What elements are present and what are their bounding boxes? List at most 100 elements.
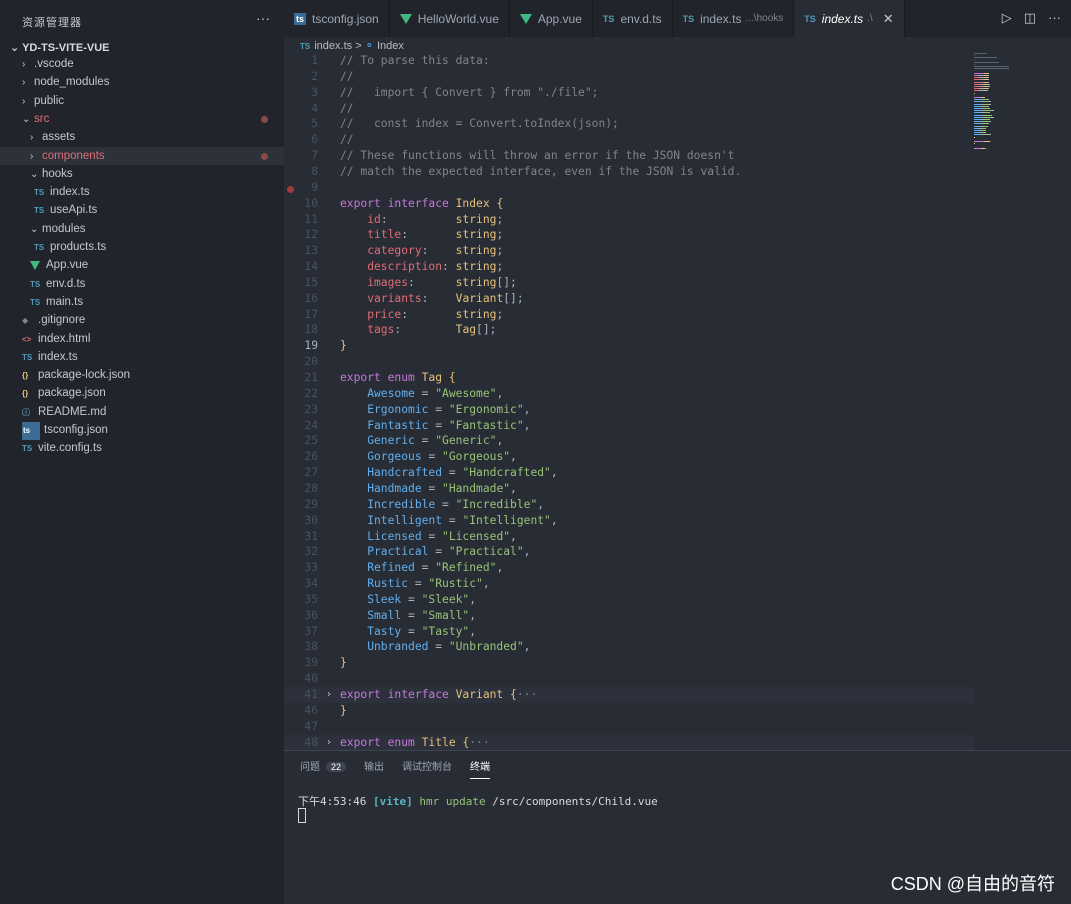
terminal-cursor[interactable] <box>298 808 306 823</box>
code-line[interactable]: 22 Awesome = "Awesome", <box>284 386 974 402</box>
more-actions-icon[interactable]: ··· <box>256 10 270 26</box>
project-folder[interactable]: ⌄ YD-TS-VITE-VUE <box>10 41 109 54</box>
tree-item-products-ts[interactable]: TS products.ts <box>0 238 284 256</box>
tree-item-index-html[interactable]: <> index.html <box>0 330 284 348</box>
code-line[interactable]: 38 Unbranded = "Unbranded", <box>284 639 974 655</box>
code-line[interactable]: 15 images: string[]; <box>284 275 974 291</box>
editor-tab[interactable]: HelloWorld.vue <box>390 0 510 37</box>
code-line[interactable]: 46} <box>284 703 974 719</box>
tree-item-main-ts[interactable]: TS main.ts <box>0 293 284 311</box>
tree-item-useapi-ts[interactable]: TS useApi.ts <box>0 201 284 219</box>
code-line[interactable]: 8 // match the expected interface, even i… <box>284 164 974 180</box>
tree-item-vite-config-ts[interactable]: TS vite.config.ts <box>0 439 284 457</box>
code-line[interactable]: 28 Handmade = "Handmade", <box>284 481 974 497</box>
code-line[interactable]: 40 <box>284 671 974 687</box>
panel-tab[interactable]: 调试控制台 <box>402 758 452 779</box>
tree-item-label: useApi.ts <box>50 204 98 217</box>
tree-item--vscode[interactable]: › .vscode <box>0 55 284 73</box>
code-line[interactable]: 7 // These functions will throw an error … <box>284 148 974 164</box>
code-line[interactable]: 2 // <box>284 69 974 85</box>
breadcrumb-symbol[interactable]: Index <box>377 40 404 52</box>
tree-item-node-modules[interactable]: › node_modules <box>0 73 284 91</box>
code-line[interactable]: 26 Gorgeous = "Gorgeous", <box>284 449 974 465</box>
editor-tab[interactable]: ts tsconfig.json <box>284 0 390 37</box>
code-line[interactable]: 33 Refined = "Refined", <box>284 560 974 576</box>
code-line[interactable]: 1 // To parse this data: <box>284 53 974 69</box>
minimap-mark <box>974 61 999 63</box>
line-number: 19 <box>304 339 318 353</box>
code-line[interactable]: 16 variants: Variant[]; <box>284 291 974 307</box>
code-line[interactable]: 13 category: string; <box>284 243 974 259</box>
code-token: // <box>340 101 354 115</box>
code-line[interactable]: 4 // <box>284 101 974 117</box>
code-line[interactable]: 34 Rustic = "Rustic", <box>284 576 974 592</box>
code-editor[interactable]: TS index.ts > ⚬ Index 1// To parse this da… <box>284 37 1071 751</box>
code-line[interactable]: 48 › export enum Title {··· <box>284 734 974 751</box>
tree-item-app-vue[interactable]: App.vue <box>0 256 284 274</box>
code-line[interactable]: 19} <box>284 338 974 354</box>
chevron-right-icon[interactable]: › <box>326 687 332 703</box>
tree-item-env-d-ts[interactable]: TS env.d.ts <box>0 275 284 293</box>
tree-item-package-lock-json[interactable]: {} package-lock.json <box>0 366 284 384</box>
code-line[interactable]: 41 › export interface Variant {··· <box>284 687 974 703</box>
code-line[interactable]: 35 Sleek = "Sleek", <box>284 592 974 608</box>
panel-tab[interactable]: 问题 22 <box>300 758 347 779</box>
tree-item-public[interactable]: › public <box>0 92 284 110</box>
tree-item-assets[interactable]: › assets <box>0 128 284 146</box>
tree-item-src[interactable]: ⌄ src <box>0 110 284 128</box>
editor-tab[interactable]: TS index.ts ...\hooks <box>673 0 795 37</box>
panel-tab-label: 调试控制台 <box>402 762 453 773</box>
code-line[interactable]: 36 Small = "Small", <box>284 608 974 624</box>
code-line[interactable]: 21 export enum Tag { <box>284 370 974 386</box>
tree-item-tsconfig-json[interactable]: ts tsconfig.json <box>0 421 284 440</box>
code-line[interactable]: 27 Handcrafted = "Handcrafted", <box>284 465 974 481</box>
typescript-icon: TS <box>30 297 41 307</box>
close-icon[interactable]: ✕ <box>883 11 894 27</box>
code-line[interactable]: 31 Licensed = "Licensed", <box>284 529 974 545</box>
tree-item-readme-md[interactable]: ⓘ README.md <box>0 403 284 421</box>
code-line[interactable]: 20 <box>284 354 974 370</box>
code-token: "Sleek" <box>421 592 470 606</box>
code-line[interactable]: 17 price: string; <box>284 307 974 323</box>
panel-tab[interactable]: 输出 <box>364 758 384 779</box>
split-editor-icon[interactable]: ◫ <box>1024 10 1036 26</box>
code-line[interactable]: 10 export interface Index { <box>284 196 974 212</box>
tree-item-components[interactable]: › components <box>0 146 284 165</box>
code-line[interactable]: 23 Ergonomic = "Ergonomic", <box>284 402 974 418</box>
tree-item--gitignore[interactable]: ◆ .gitignore <box>0 311 284 329</box>
tree-item-label: src <box>34 112 50 125</box>
code-line[interactable]: 14 description: string; <box>284 259 974 275</box>
panel-tab[interactable]: 终端 <box>470 758 491 779</box>
editor-tab[interactable]: TS env.d.ts <box>593 0 673 37</box>
editor-tab[interactable]: TS index.ts .\ ✕ <box>794 0 905 37</box>
code-line[interactable]: 47 <box>284 719 974 735</box>
code-line[interactable]: 39} <box>284 655 974 671</box>
code-line[interactable]: 32 Practical = "Practical", <box>284 544 974 560</box>
tree-item-index-ts[interactable]: TS index.ts <box>0 348 284 366</box>
code-line[interactable]: 6 // <box>284 132 974 148</box>
code-line[interactable]: 37 Tasty = "Tasty", <box>284 624 974 640</box>
more-icon[interactable]: ··· <box>1048 10 1061 26</box>
breadcrumb-file[interactable]: index.ts <box>314 40 352 52</box>
code-text: // To parse this data: <box>340 53 490 69</box>
editor-tab[interactable]: App.vue <box>510 0 593 37</box>
code-line[interactable]: 18 tags: Tag[]; <box>284 322 974 338</box>
tree-item-modules[interactable]: ⌄ modules <box>0 220 284 238</box>
code-line[interactable]: 30 Intelligent = "Intelligent", <box>284 513 974 529</box>
code-line[interactable]: 3 // import { Convert } from "./file"; <box>284 85 974 101</box>
run-icon[interactable]: ▷ <box>1002 10 1012 26</box>
code-line[interactable]: 29 Incredible = "Incredible", <box>284 497 974 513</box>
code-line[interactable]: 5 // const index = Convert.toIndex(json); <box>284 116 974 132</box>
minimap[interactable] <box>974 53 1064 743</box>
code-line[interactable]: 25 Generic = "Generic", <box>284 433 974 449</box>
chevron-right-icon[interactable]: › <box>326 735 332 751</box>
tree-item-package-json[interactable]: {} package.json <box>0 384 284 402</box>
code-token: Variant <box>455 291 504 305</box>
code-line[interactable]: 24 Fantastic = "Fantastic", <box>284 418 974 434</box>
code-line[interactable]: 9 <box>284 180 974 196</box>
tree-item-index-ts[interactable]: TS index.ts <box>0 183 284 201</box>
code-line[interactable]: 11 id: string; <box>284 212 974 228</box>
code-line[interactable]: 12 title: string; <box>284 227 974 243</box>
tree-item-hooks[interactable]: ⌄ hooks <box>0 165 284 183</box>
minimap-mark <box>983 97 985 98</box>
